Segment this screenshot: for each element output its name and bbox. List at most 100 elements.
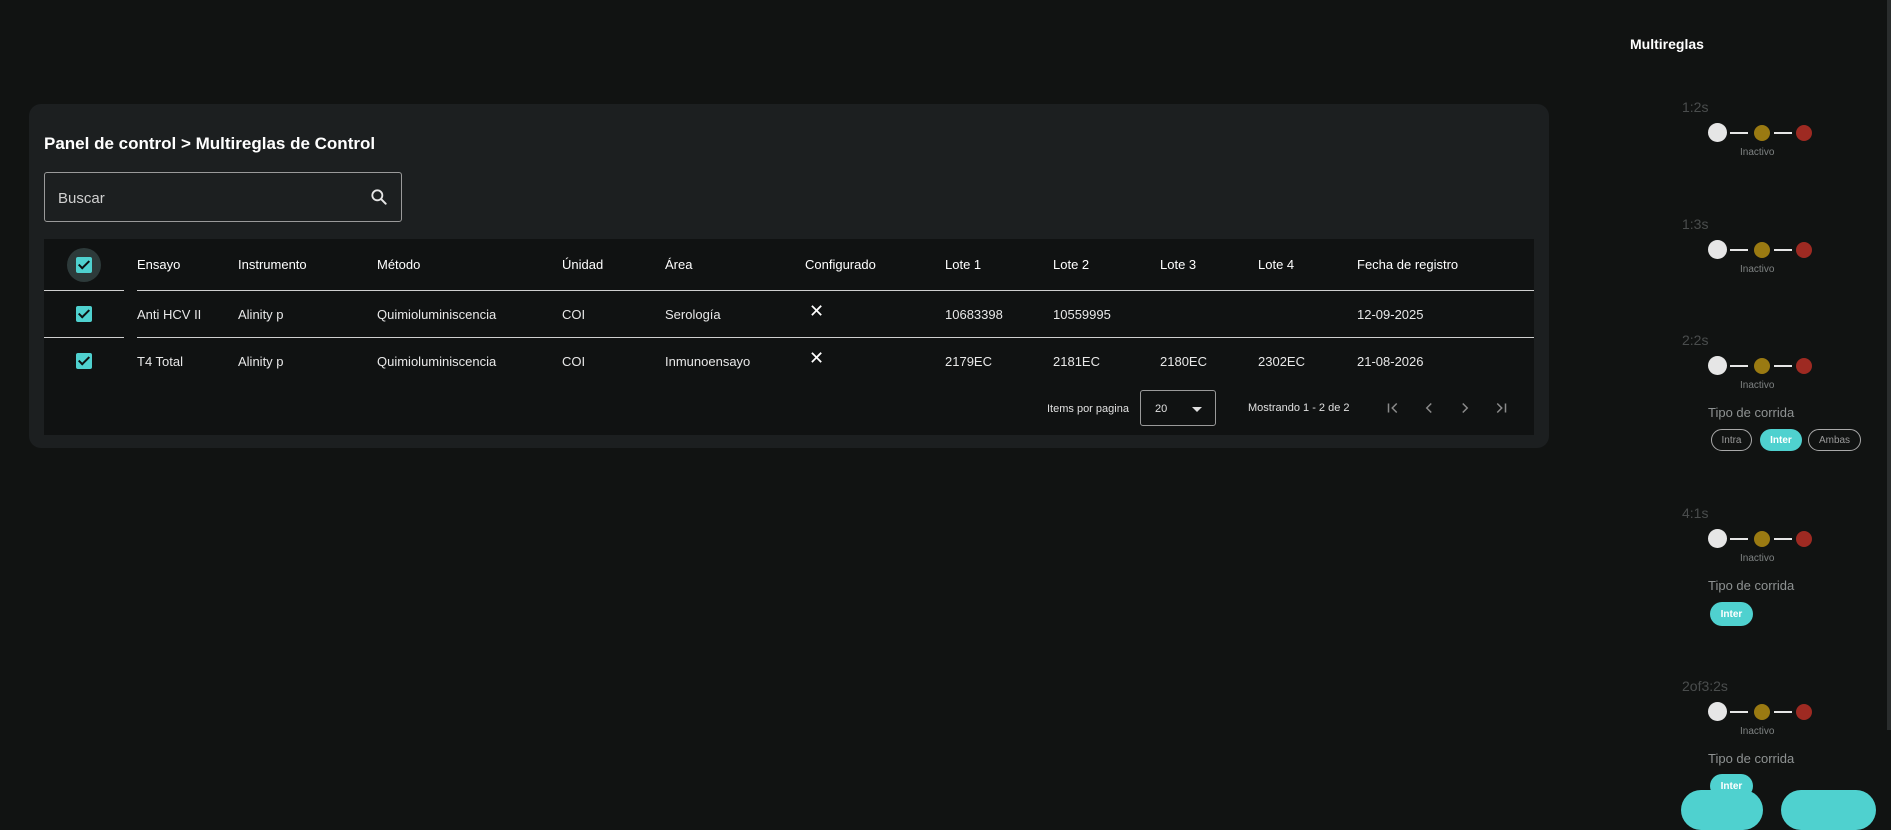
cell-fecha: 12-09-2025: [1357, 290, 1534, 338]
sidebar-title: Multireglas: [1630, 36, 1704, 52]
red-dot-icon: [1796, 531, 1812, 547]
cell-ensayo: T4 Total: [137, 337, 238, 384]
col-lote3[interactable]: Lote 3: [1160, 239, 1258, 291]
cell-fecha: 21-08-2026: [1357, 337, 1534, 384]
save-button[interactable]: [1781, 790, 1876, 830]
select-all-checkbox[interactable]: [76, 256, 92, 273]
yellow-dot-icon: [1754, 531, 1770, 547]
items-per-page-label: Items por pagina: [1047, 403, 1129, 415]
cell-metodo: Quimioluminiscencia: [377, 337, 562, 384]
page-size-select[interactable]: 20: [1140, 390, 1216, 426]
not-configured-icon: ✕: [809, 300, 825, 321]
col-lote2[interactable]: Lote 2: [1053, 239, 1160, 291]
select-all-cell[interactable]: [44, 239, 124, 291]
paginator: Items por pagina 20 Mostrando 1 - 2 de 2: [44, 383, 1534, 433]
run-type-inter-chip[interactable]: Inter: [1710, 602, 1753, 626]
first-page-icon[interactable]: [1384, 399, 1402, 417]
next-page-icon[interactable]: [1456, 399, 1474, 417]
run-type-inter-chip[interactable]: Inter: [1760, 429, 1802, 451]
col-lote1[interactable]: Lote 1: [945, 239, 1053, 291]
scrollbar[interactable]: [1887, 0, 1891, 730]
search-input[interactable]: [45, 173, 360, 223]
white-dot-icon: [1708, 123, 1727, 142]
cancel-button[interactable]: [1681, 790, 1763, 830]
row-checkbox[interactable]: [76, 306, 92, 323]
col-lote4[interactable]: Lote 4: [1258, 239, 1357, 291]
rule-name: 1:3s: [1682, 216, 1709, 232]
cell-lote4: [1258, 290, 1357, 338]
white-dot-icon: [1708, 529, 1727, 548]
red-dot-icon: [1796, 704, 1812, 720]
cell-lote2: 2181EC: [1053, 337, 1160, 384]
main-panel: Panel de control > Multireglas de Contro…: [29, 104, 1549, 448]
white-dot-icon: [1708, 240, 1727, 259]
cell-configurado: ✕: [805, 290, 945, 338]
chevron-down-icon: [1192, 407, 1202, 412]
cell-lote3: [1160, 290, 1258, 338]
cell-instrumento: Alinity p: [238, 290, 377, 338]
cell-configurado: ✕: [805, 337, 945, 384]
cell-lote2: 10559995: [1053, 290, 1160, 338]
traffic-light-indicator: [1708, 123, 1818, 143]
breadcrumb: Panel de control > Multireglas de Contro…: [44, 134, 376, 153]
rule-name: 2:2s: [1682, 332, 1709, 348]
yellow-dot-icon: [1754, 704, 1770, 720]
col-unidad[interactable]: Únidad: [562, 239, 665, 291]
white-dot-icon: [1708, 356, 1727, 375]
col-instrumento[interactable]: Instrumento: [238, 239, 377, 291]
yellow-dot-icon: [1754, 242, 1770, 258]
traffic-light-indicator: [1708, 240, 1818, 260]
run-type-intra-chip[interactable]: Intra: [1711, 429, 1752, 451]
cell-lote3: 2180EC: [1160, 337, 1258, 384]
red-dot-icon: [1796, 125, 1812, 141]
search-icon[interactable]: [369, 187, 389, 207]
cell-instrumento: Alinity p: [238, 337, 377, 384]
run-type-label: Tipo de corrida: [1708, 578, 1795, 593]
white-dot-icon: [1708, 702, 1727, 721]
traffic-light-indicator: [1708, 529, 1818, 549]
cell-area: Serología: [665, 290, 805, 338]
row-select-cell[interactable]: [44, 290, 124, 338]
cell-metodo: Quimioluminiscencia: [377, 290, 562, 338]
col-area[interactable]: Área: [665, 239, 805, 291]
cell-unidad: COI: [562, 290, 665, 338]
col-configurado[interactable]: Configurado: [805, 239, 945, 291]
rule-status: Inactivo: [1740, 264, 1775, 275]
cell-lote1: 2179EC: [945, 337, 1053, 384]
table-row[interactable]: Anti HCV II Alinity p Quimioluminiscenci…: [44, 290, 1534, 338]
table-row[interactable]: T4 Total Alinity p Quimioluminiscencia C…: [44, 337, 1534, 384]
search-box[interactable]: [44, 172, 402, 223]
col-metodo[interactable]: Método: [377, 239, 562, 291]
cell-unidad: COI: [562, 337, 665, 384]
run-type-label: Tipo de corrida: [1708, 751, 1795, 766]
data-table: Ensayo Instrumento Método Únidad Área Co…: [44, 239, 1534, 435]
range-label: Mostrando 1 - 2 de 2: [1248, 402, 1350, 414]
yellow-dot-icon: [1754, 358, 1770, 374]
yellow-dot-icon: [1754, 125, 1770, 141]
rule-name: 2of3:2s: [1682, 678, 1728, 694]
cell-ensayo: Anti HCV II: [137, 290, 238, 338]
rule-status: Inactivo: [1740, 147, 1775, 158]
row-select-cell[interactable]: [44, 337, 124, 384]
cell-area: Inmunoensayo: [665, 337, 805, 384]
run-type-label: Tipo de corrida: [1708, 405, 1795, 420]
run-type-ambas-chip[interactable]: Ambas: [1808, 429, 1861, 451]
row-checkbox[interactable]: [76, 353, 92, 370]
prev-page-icon[interactable]: [1420, 399, 1438, 417]
col-fecha[interactable]: Fecha de registro: [1357, 239, 1534, 291]
red-dot-icon: [1796, 358, 1812, 374]
rule-name: 1:2s: [1682, 99, 1709, 115]
cell-lote4: 2302EC: [1258, 337, 1357, 384]
page-size-value: 20: [1155, 403, 1168, 415]
rule-status: Inactivo: [1740, 726, 1775, 737]
rule-status: Inactivo: [1740, 380, 1775, 391]
rule-item[interactable]: 2:2s Inactivo Tipo de corrida Intra Inte…: [1660, 332, 1880, 452]
last-page-icon[interactable]: [1492, 399, 1510, 417]
rule-item[interactable]: 2of3:2s Inactivo Tipo de corrida Inter: [1660, 678, 1880, 803]
red-dot-icon: [1796, 242, 1812, 258]
col-ensayo[interactable]: Ensayo: [137, 239, 238, 291]
rule-item[interactable]: 4:1s Inactivo Tipo de corrida Inter: [1660, 505, 1880, 626]
not-configured-icon: ✕: [809, 347, 825, 368]
rule-name: 4:1s: [1682, 505, 1709, 521]
traffic-light-indicator: [1708, 356, 1818, 376]
